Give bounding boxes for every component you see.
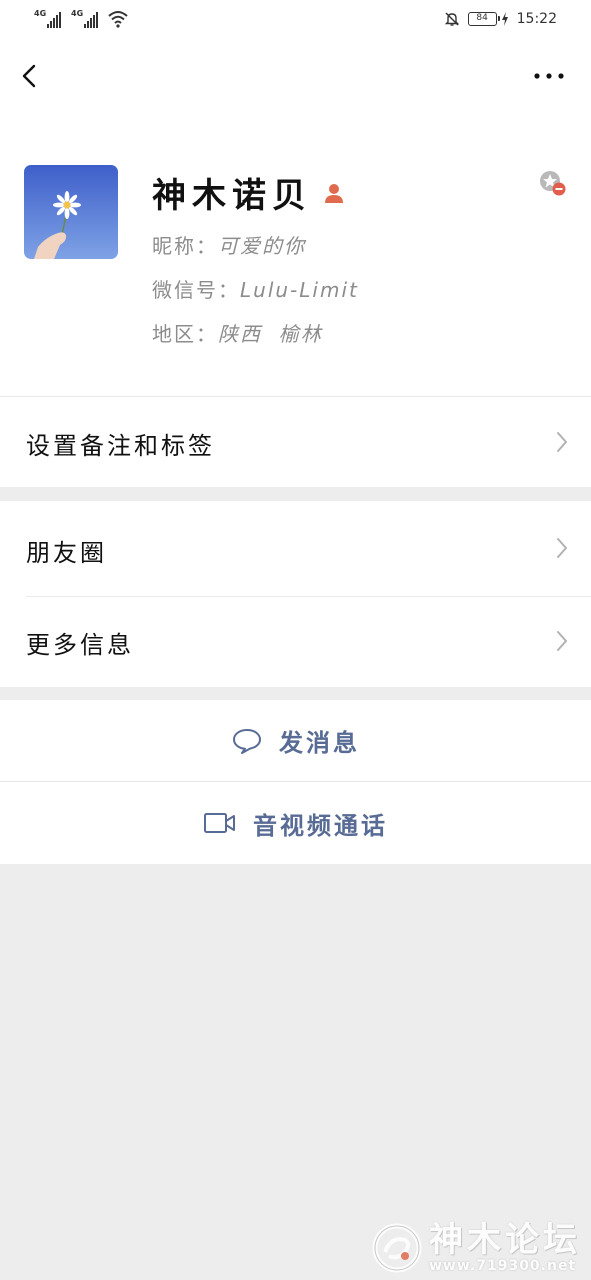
wechat-id-label: 微信号： <box>152 278 240 302</box>
name-row: 神木诺贝 <box>152 168 346 217</box>
more-info-cell[interactable]: 更多信息 <box>0 597 591 687</box>
moments-cell[interactable]: 朋友圈 <box>0 501 591 596</box>
moments-label: 朋友圈 <box>26 539 107 567</box>
wechat-id-row: 微信号：Lulu-Limit <box>152 274 359 303</box>
remark-tags-label: 设置备注和标签 <box>26 432 215 460</box>
wifi-icon <box>108 11 128 28</box>
video-call-button[interactable]: 音视频通话 <box>0 782 591 864</box>
region-label: 地区： <box>152 322 218 346</box>
avatar[interactable] <box>24 165 118 259</box>
status-right: 84 15:22 <box>444 11 557 27</box>
watermark-title: 神木论坛 <box>429 1220 581 1260</box>
nickname-row: 昵称：可爱的你 <box>152 230 306 259</box>
video-call-label: 音视频通话 <box>253 811 388 840</box>
chevron-right-icon <box>557 631 567 651</box>
network-type-2: 4G <box>71 9 84 18</box>
status-left: 4G 4G <box>34 9 128 28</box>
star-friend-icon[interactable] <box>537 168 567 198</box>
signal-icon-sim1: 4G <box>34 9 61 28</box>
network-type-1: 4G <box>34 9 47 18</box>
forum-logo-icon <box>372 1223 422 1273</box>
chat-bubble-icon <box>233 728 261 754</box>
clock: 15:22 <box>516 11 557 27</box>
signal-icon-sim2: 4G <box>71 9 98 28</box>
profile-header: 神木诺贝 昵称：可爱的你 微信号：Lulu-Limit 地区：陕西 榆林 <box>0 110 591 397</box>
status-bar: 4G 4G 84 15:22 <box>0 0 591 44</box>
more-dots-icon[interactable] <box>533 70 565 82</box>
send-message-button[interactable]: 发消息 <box>0 700 591 781</box>
nav-bar <box>0 44 591 110</box>
watermark-url: www.719300.net <box>429 1258 577 1274</box>
watermark-text: 神木论坛 www.719300.net <box>429 1222 581 1274</box>
charging-icon <box>501 12 508 26</box>
remark-tags-cell[interactable]: 设置备注和标签 <box>0 397 591 487</box>
video-camera-icon <box>204 813 235 833</box>
region-value: 陕西 榆林 <box>218 322 323 346</box>
mute-bell-icon <box>444 12 459 26</box>
nickname-label: 昵称： <box>152 234 218 258</box>
back-arrow-icon[interactable] <box>16 60 44 92</box>
female-icon <box>325 183 343 203</box>
chevron-right-icon <box>557 538 567 558</box>
chevron-right-icon <box>557 432 567 452</box>
info-group: 朋友圈 更多信息 <box>0 501 591 687</box>
region-row: 地区：陕西 榆林 <box>152 318 323 347</box>
nickname-value: 可爱的你 <box>218 234 306 258</box>
battery-indicator: 84 <box>467 12 500 26</box>
watermark: 神木论坛 www.719300.net <box>371 1222 581 1274</box>
display-name: 神木诺贝 <box>152 176 312 216</box>
send-message-label: 发消息 <box>279 729 360 757</box>
wechat-id-value: Lulu-Limit <box>240 278 359 302</box>
more-info-label: 更多信息 <box>26 631 134 659</box>
